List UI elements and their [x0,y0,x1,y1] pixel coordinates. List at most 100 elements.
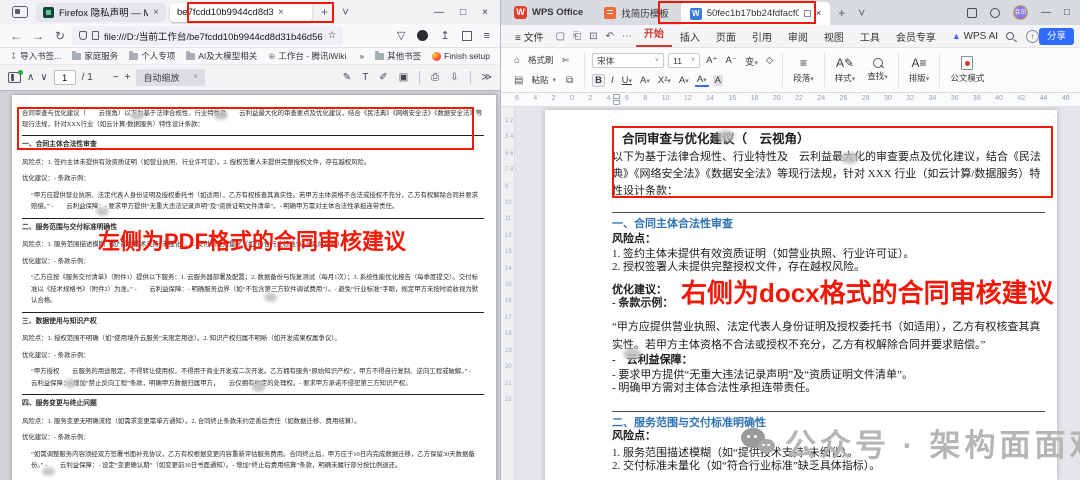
image-tool-icon[interactable]: ▣ [399,72,408,83]
page-down-icon[interactable]: ∨ [40,72,47,83]
url-bar[interactable]: file:///D:/当前工作台/be7fcdd10b9944cd8d31b46… [72,26,344,45]
cloud-upload-icon[interactable]: ↑ [1025,29,1039,43]
reload-button[interactable]: ↻ [50,29,70,43]
tab-close-icon[interactable]: × [816,8,822,19]
bookmarks-overflow-chevron[interactable]: » [359,51,364,61]
copy-button[interactable]: ⧉ [562,75,577,86]
text-tool-icon[interactable]: T [362,72,368,83]
zoom-select[interactable]: 自动缩放 ˅ [136,69,205,86]
shrink-font-button[interactable]: A⁻ [723,55,738,66]
undo-icon[interactable]: ↶ [601,31,617,42]
close-button[interactable]: × [482,7,488,18]
more-icon[interactable]: ⋯ [618,31,636,42]
wps-tab-document[interactable]: W 50fec1b17bb24fdfacf0740 × [680,2,831,25]
screenshot-icon[interactable] [461,30,472,41]
extension-icon[interactable] [417,30,429,41]
menu-page[interactable]: 页面 [708,29,744,44]
sidebar-toggle-icon[interactable] [8,70,23,83]
bookmark-folder[interactable]: 个人专项 [129,50,175,62]
page-up-icon[interactable]: ∧ [27,72,34,83]
print-icon[interactable]: ⎗ [569,31,585,42]
text-effect-button[interactable]: 变▾ [743,54,760,68]
share-button[interactable]: 分享 [1038,27,1074,45]
tab-list-caret-icon[interactable]: ˅ [337,5,354,19]
share-icon[interactable]: ↥ [440,29,449,42]
firefox-tab-privacy[interactable]: Firefox 隐私声明 — Mozilla × [36,2,166,22]
highlight-color-button[interactable]: A [712,75,723,86]
minimize-button[interactable]: — [434,7,444,18]
more-tools-icon[interactable]: ≫ [482,72,492,83]
wps-home-tab[interactable]: W WPS Office [505,0,592,25]
style-menu[interactable]: A✎ 样式▾ [829,50,862,90]
new-tab-button[interactable]: + [316,5,333,19]
menu-insert[interactable]: 插入 [672,29,708,44]
bookmark-site[interactable]: ⊕ 工作台 - 腾讯iWiki [268,50,346,62]
pin-icon[interactable] [803,10,811,17]
menu-tools[interactable]: 工具 [852,29,888,44]
format-painter-button[interactable]: ⌂ 格式刷 [510,54,556,66]
maximize-button[interactable]: □ [1064,7,1070,18]
strike-button[interactable]: A▾ [638,75,652,86]
clear-format-button[interactable]: ◇ [764,55,775,66]
official-doc-mode-button[interactable]: 公文模式 [944,50,990,90]
new-tab-button[interactable]: + [833,6,850,20]
bookmark-folder[interactable]: AI及大模型相关 [186,50,257,62]
avatar[interactable]: 会员 [1012,5,1028,20]
firefox-view-icon[interactable] [12,6,28,18]
save-icon[interactable]: ▢ [552,31,569,42]
bookmark-finish-setup[interactable]: Finish setup [432,51,490,61]
italic-button[interactable]: I [609,75,616,86]
wps-window: W WPS Office 找简历模板 W 50fec1b17bb24fdfacf… [501,0,1080,480]
typeset-menu[interactable]: A≡ 排版▾ [903,50,936,90]
bookmark-other[interactable]: 其他书签 [375,50,421,62]
tab-close-icon[interactable]: × [153,7,159,18]
font-color-button[interactable]: A▾ [694,74,709,87]
pocket-icon[interactable]: ▽ [397,29,405,42]
grow-font-button[interactable]: A⁺ [704,55,719,66]
workspace-icon[interactable] [987,5,1003,20]
wps-tab-resume-template[interactable]: 找简历模板 [595,0,678,25]
paragraph-menu[interactable]: ≡ 段落▾ [787,50,820,90]
tab-list-caret-icon[interactable]: ˅ [853,6,870,20]
superscript-button[interactable]: X²▾ [656,75,673,86]
menu-reference[interactable]: 引用 [744,29,780,44]
bookmark-folder[interactable]: 家庭服务 [72,50,118,62]
menu-wps-ai[interactable]: ▲ WPS AI [944,31,1006,42]
menu-start[interactable]: 开始 [635,25,672,47]
maximize-button[interactable]: □ [460,7,466,18]
draw-tool-icon[interactable]: ✐ [379,72,387,83]
underline-button[interactable]: U▾ [620,75,634,86]
bold-button[interactable]: B [592,74,605,87]
export-icon[interactable]: ⊡ [585,31,601,42]
minimize-button[interactable]: — [1041,7,1051,18]
bookmark-star-icon[interactable]: ☆ [328,30,337,41]
search-icon[interactable] [1006,32,1015,40]
menu-member[interactable]: 会员专享 [888,29,944,44]
annotate-icon[interactable]: ✎ [343,72,351,83]
save-icon[interactable]: ⇩ [450,72,458,83]
font-size-select[interactable]: 11 ˅ [668,53,701,68]
menu-icon[interactable]: ≡ [484,30,490,42]
menu-file[interactable]: ≡ 文件 [507,29,552,44]
zoom-in-icon[interactable]: + [125,72,131,83]
tab-close-icon[interactable]: × [278,7,284,18]
firefox-tab-pdf[interactable]: be7fcdd10b9944cd8d31b46d56 × [170,2,312,22]
indent-marker[interactable] [613,94,620,99]
pdf-viewport[interactable]: 合同审查与优化建议（ 云视角）以下为基于法律合规性、行业特性及 云利益最大化的审… [0,91,500,480]
font-name-select[interactable]: 宋体 ˅ [592,53,665,68]
bookmark-import[interactable]: ↧ 导入书签... [10,50,61,62]
cut-button[interactable]: ✄ [562,55,577,66]
indent-marker[interactable] [613,100,620,105]
forward-button[interactable]: → [28,29,48,43]
menu-view[interactable]: 视图 [816,29,852,44]
split-view-icon[interactable] [966,7,977,18]
shading-button[interactable]: A▾ [677,75,691,86]
paste-button[interactable]: ▤ 粘贴 ▾ [510,74,556,86]
menu-review[interactable]: 审阅 [780,29,816,44]
back-button[interactable]: ← [6,29,26,43]
page-number-input[interactable] [53,70,76,85]
find-menu[interactable]: 查找▾ [861,50,894,90]
print-icon[interactable]: ⎙ [431,72,439,83]
shield-icon[interactable] [79,31,87,40]
zoom-out-icon[interactable]: − [113,72,119,83]
